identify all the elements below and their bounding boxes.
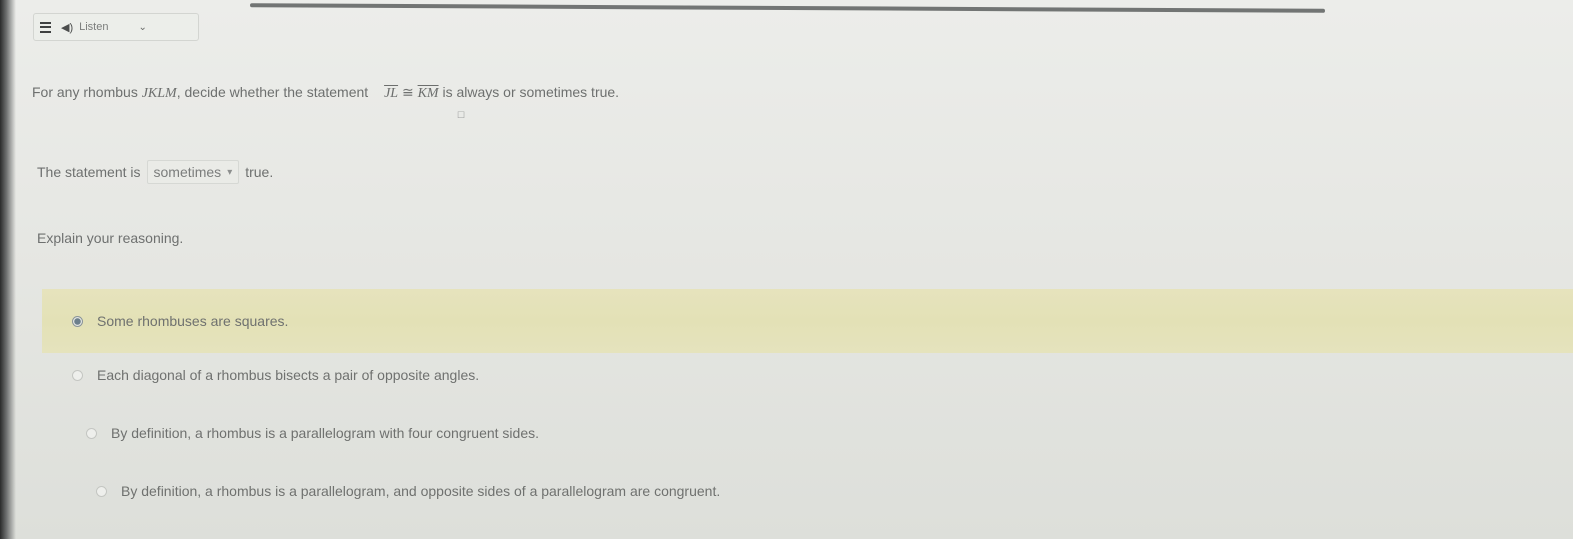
toolbar: ◀) Listen ⌄	[33, 13, 199, 41]
option-label: By definition, a rhombus is a parallelog…	[121, 483, 721, 499]
option-3[interactable]: By definition, a rhombus is a parallelog…	[86, 425, 539, 441]
page: ◀) Listen ⌄ For any rhombus JKLM, decide…	[0, 0, 1573, 539]
answer-dropdown[interactable]: sometimes ▾	[146, 160, 240, 184]
radio-button[interactable]	[86, 427, 97, 439]
option-label: Some rhombuses are squares.	[97, 313, 289, 329]
dropdown-caret-icon: ▾	[227, 166, 233, 178]
segment-a: JL	[384, 86, 399, 101]
question-prefix: For any rhombus	[32, 84, 138, 100]
segment-b: KM	[417, 86, 439, 101]
radio-button-selected[interactable]	[72, 315, 83, 327]
answer-prefix: The statement is	[37, 164, 141, 180]
screen-edge-shadow	[0, 0, 16, 539]
top-divider	[249, 3, 1326, 13]
option-label: By definition, a rhombus is a parallelog…	[111, 425, 539, 441]
answer-line: The statement is sometimes ▾ true.	[37, 160, 273, 184]
option-2[interactable]: Each diagonal of a rhombus bisects a pai…	[72, 367, 479, 383]
answer-suffix: true.	[245, 164, 274, 180]
listen-label: Listen	[79, 21, 109, 33]
radio-button[interactable]	[96, 485, 107, 497]
option-4[interactable]: By definition, a rhombus is a parallelog…	[96, 483, 720, 499]
question-suffix: is always or sometimes true.	[442, 84, 620, 100]
answer-dropdown-value: sometimes	[153, 164, 222, 180]
relation-symbol: ≅	[401, 84, 414, 100]
speaker-icon: ◀)	[61, 21, 74, 34]
shape-name: JKLM	[141, 86, 177, 101]
question-middle: , decide whether the statement	[176, 84, 369, 100]
chevron-down-icon[interactable]: ⌄	[138, 22, 146, 33]
explain-prompt: Explain your reasoning.	[37, 230, 184, 246]
option-1[interactable]: Some rhombuses are squares.	[42, 289, 1573, 353]
cursor-mark: ☐	[457, 110, 466, 120]
option-label: Each diagonal of a rhombus bisects a pai…	[97, 367, 480, 383]
menu-icon[interactable]	[40, 21, 51, 33]
question-text: For any rhombus JKLM, decide whether the…	[32, 84, 619, 102]
radio-button[interactable]	[72, 369, 83, 381]
listen-button[interactable]: ◀) Listen	[61, 21, 108, 34]
